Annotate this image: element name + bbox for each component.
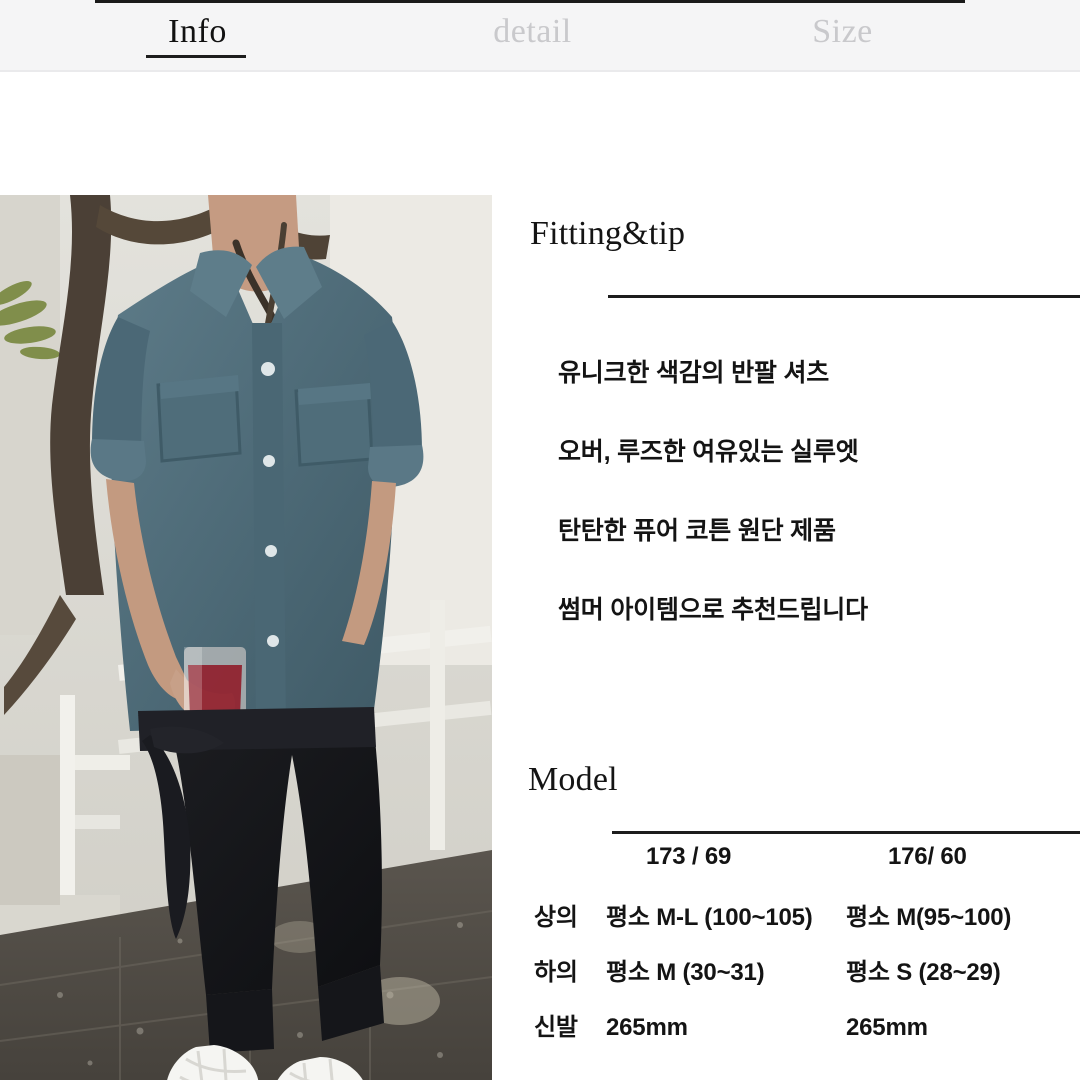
row-value-a: 265mm (606, 1014, 688, 1041)
model-col-a-header: 173 / 69 (646, 843, 732, 870)
table-row: 하의 평소 M (30~31) 평소 S (28~29) (492, 952, 1080, 1007)
fitting-tip-line: 오버, 루즈한 여유있는 실루엣 (558, 438, 859, 466)
model-heading: Model (528, 761, 618, 798)
tabbar-top-divider (95, 0, 965, 3)
fitting-tip-line: 썸머 아이템으로 추천드립니다 (558, 596, 868, 624)
tab-detail-label: detail (493, 13, 572, 50)
tab-info-label: Info (168, 13, 227, 50)
fitting-tip-list: 유니크한 색감의 반팔 셔츠 오버, 루즈한 여유있는 실루엣 탄탄한 퓨어 코… (558, 358, 1058, 674)
row-value-b: 평소 S (28~29) (846, 959, 1001, 986)
tab-active-underline (146, 55, 246, 58)
row-label: 상의 (534, 904, 578, 931)
product-tab-bar: Info detail Size (0, 0, 1080, 72)
tab-size-label: Size (812, 13, 873, 50)
product-info-column: Fitting&tip 유니크한 색감의 반팔 셔츠 오버, 루즈한 여유있는 … (492, 195, 1080, 1080)
table-row: 신발 265mm 265mm (492, 1007, 1080, 1062)
product-photo[interactable] (0, 195, 492, 1080)
table-row: 상의 평소 M-L (100~105) 평소 M(95~100) (492, 897, 1080, 952)
tab-size[interactable]: Size (765, 13, 920, 51)
table-header-row: 173 / 69 176/ 60 (492, 843, 1080, 897)
model-col-b-header: 176/ 60 (888, 843, 967, 870)
product-photo-illustration (0, 195, 492, 1080)
product-detail-page: Info detail Size Fitting&tip 유니크한 색감의 반팔… (0, 0, 1080, 1080)
model-divider (612, 831, 1080, 834)
row-value-b: 평소 M(95~100) (846, 904, 1012, 931)
tab-info[interactable]: Info (120, 13, 275, 58)
row-value-b: 265mm (846, 1014, 928, 1041)
row-label: 신발 (534, 1014, 578, 1041)
model-size-table: 173 / 69 176/ 60 상의 평소 M-L (100~105) 평소 … (492, 843, 1080, 1062)
fitting-tip-line: 탄탄한 퓨어 코튼 원단 제품 (558, 517, 836, 545)
fitting-tip-line: 유니크한 색감의 반팔 셔츠 (558, 359, 830, 387)
fitting-tip-divider (608, 295, 1080, 298)
row-label: 하의 (534, 959, 578, 986)
row-value-a: 평소 M (30~31) (606, 959, 765, 986)
row-value-a: 평소 M-L (100~105) (606, 904, 813, 931)
tab-detail[interactable]: detail (455, 13, 610, 51)
fitting-tip-heading: Fitting&tip (530, 215, 686, 252)
